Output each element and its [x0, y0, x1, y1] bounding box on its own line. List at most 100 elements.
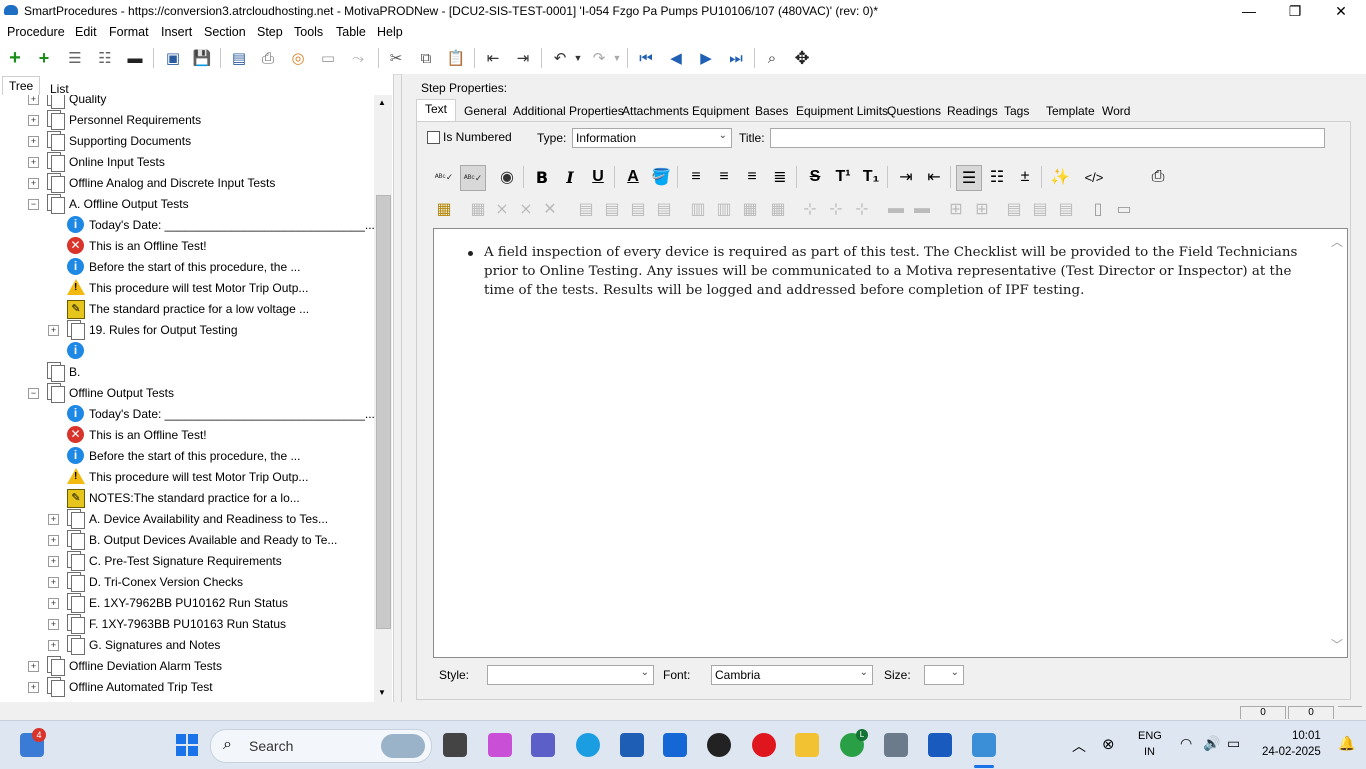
- tree-row[interactable]: + Offline Analog and Discrete Input Tests: [0, 173, 374, 193]
- tab-tree[interactable]: Tree: [2, 76, 41, 95]
- undo-dropdown-icon[interactable]: ▼: [568, 48, 588, 68]
- list-icon[interactable]: ☰: [65, 48, 85, 68]
- language-line1[interactable]: ENG: [1138, 730, 1162, 742]
- expand-icon[interactable]: +: [48, 514, 59, 525]
- numbered-list-icon[interactable]: ☷: [985, 165, 1009, 189]
- expand-icon[interactable]: +: [28, 178, 39, 189]
- is-numbered-checkbox[interactable]: [427, 131, 440, 144]
- tree-row[interactable]: i Before the start of this procedure, the…: [0, 446, 374, 466]
- paste-icon[interactable]: 📋: [446, 48, 466, 68]
- tray-chevron-up-icon[interactable]: ︿: [1072, 736, 1086, 756]
- next-icon[interactable]: ▶: [696, 48, 716, 68]
- save-icon[interactable]: 💾: [192, 48, 212, 68]
- tree-row[interactable]: + Supporting Documents: [0, 131, 374, 151]
- tree-row[interactable]: + Online Input Tests: [0, 152, 374, 172]
- store-icon[interactable]: [620, 733, 644, 757]
- tree-row[interactable]: + B. Output Devices Available and Ready t…: [0, 530, 374, 550]
- spellcheck-icon[interactable]: ᴬᴮᶜ✓: [432, 165, 456, 189]
- tab-equipment-limits[interactable]: Equipment Limits: [796, 102, 888, 120]
- decrease-indent-icon[interactable]: ⇤: [922, 165, 946, 189]
- power-automate-icon[interactable]: [663, 733, 687, 757]
- expand-icon[interactable]: +: [48, 556, 59, 567]
- dell-icon[interactable]: [707, 733, 731, 757]
- tree-row[interactable]: ✕ This is an Offline Test!: [0, 236, 374, 256]
- cut-icon[interactable]: ✂: [386, 48, 406, 68]
- tree-row[interactable]: i Today's Date: _________________________…: [0, 404, 374, 424]
- align-center-icon[interactable]: ≡: [712, 165, 736, 189]
- tree-row[interactable]: + A. Device Availability and Readiness to…: [0, 509, 374, 529]
- expand-icon[interactable]: +: [48, 535, 59, 546]
- tree-row[interactable]: + C. Pre-Test Signature Requirements: [0, 551, 374, 571]
- opera-icon[interactable]: [752, 733, 776, 757]
- move-icon[interactable]: ✥: [792, 48, 812, 68]
- fill-color-icon[interactable]: 🪣: [649, 165, 673, 189]
- horizontal-rule-icon[interactable]: ±: [1013, 165, 1037, 189]
- wifi-icon[interactable]: ◠: [1180, 735, 1192, 752]
- step-text-content[interactable]: A field inspection of every device is re…: [484, 243, 1314, 300]
- tree-row[interactable]: B.: [0, 362, 374, 382]
- step-text-editor[interactable]: A field inspection of every device is re…: [433, 228, 1348, 658]
- tree-row[interactable]: ✕ This is an Offline Test!: [0, 425, 374, 445]
- color-wheel-icon[interactable]: ◉: [495, 165, 519, 189]
- tree-row[interactable]: +19. Rules for Output Testing: [0, 320, 374, 340]
- remote-desktop-icon[interactable]: [884, 733, 908, 757]
- expand-icon[interactable]: +: [48, 598, 59, 609]
- tab-text[interactable]: Text: [416, 99, 457, 122]
- collapse-icon[interactable]: −: [28, 388, 39, 399]
- expand-icon[interactable]: +: [48, 640, 59, 651]
- last-icon[interactable]: ⏭: [726, 48, 746, 68]
- clock-date[interactable]: 24-02-2025: [1262, 746, 1321, 758]
- editor-scroll-up-icon[interactable]: ︿: [1331, 233, 1343, 250]
- tree-row[interactable]: + F. 1XY-7963BB PU10163 Run Status: [0, 614, 374, 634]
- redo-dropdown-icon[interactable]: ▼: [607, 48, 627, 68]
- undo-icon[interactable]: ↶: [550, 48, 570, 68]
- menu-edit[interactable]: Edit: [75, 25, 97, 39]
- add-substep-icon[interactable]: +: [34, 48, 54, 68]
- redo-step-icon[interactable]: ⤳: [348, 48, 368, 68]
- tree-row[interactable]: ✎ The standard practice for a low voltage…: [0, 299, 374, 319]
- tree-row[interactable]: + D. Tri-Conex Version Checks: [0, 572, 374, 592]
- tree-row[interactable]: ! This procedure will test Motor Trip Out…: [0, 278, 374, 298]
- increase-indent-icon[interactable]: ⇥: [894, 165, 918, 189]
- close-button[interactable]: ✕: [1318, 0, 1364, 22]
- tree-row[interactable]: + Quality: [0, 95, 374, 109]
- volume-icon[interactable]: 🔊: [1203, 735, 1220, 752]
- print-preview-icon[interactable]: ⎙: [1146, 165, 1170, 189]
- menu-insert[interactable]: Insert: [161, 25, 192, 39]
- italic-icon[interactable]: I: [558, 165, 582, 189]
- magic-wand-icon[interactable]: ✨: [1048, 165, 1072, 189]
- tree-row[interactable]: + E. 1XY-7962BB PU10162 Run Status: [0, 593, 374, 613]
- form-icon[interactable]: ▭: [318, 48, 338, 68]
- expand-icon[interactable]: +: [48, 325, 59, 336]
- bullet-list-icon[interactable]: ☰: [956, 165, 982, 191]
- expand-icon[interactable]: +: [28, 115, 39, 126]
- font-select[interactable]: Cambria ⌄: [711, 665, 873, 685]
- html-source-icon[interactable]: </>: [1082, 165, 1106, 189]
- copilot-icon[interactable]: [488, 733, 512, 757]
- tab-additional-properties[interactable]: Additional Properties: [513, 102, 624, 120]
- word-icon[interactable]: [928, 733, 952, 757]
- bold-icon[interactable]: B: [530, 165, 554, 189]
- remove-icon[interactable]: ▬: [125, 48, 145, 68]
- expand-icon[interactable]: +: [28, 682, 39, 693]
- scroll-down-icon[interactable]: ▼: [378, 688, 386, 697]
- task-view-icon[interactable]: [443, 733, 467, 757]
- tree-row[interactable]: ! This procedure will test Motor Trip Out…: [0, 467, 374, 487]
- add-step-icon[interactable]: +: [5, 47, 25, 69]
- smartprocedures-taskbar-icon[interactable]: [972, 733, 996, 757]
- tree-row[interactable]: + Offline Deviation Alarm Tests: [0, 656, 374, 676]
- tab-attachments[interactable]: Attachments: [622, 102, 689, 120]
- expand-icon[interactable]: +: [28, 661, 39, 672]
- menu-procedure[interactable]: Procedure: [7, 25, 65, 39]
- scroll-up-icon[interactable]: ▲: [378, 98, 386, 107]
- expand-icon[interactable]: +: [48, 619, 59, 630]
- outdent-icon[interactable]: ⇤: [483, 48, 503, 68]
- menu-table[interactable]: Table: [336, 25, 366, 39]
- previous-icon[interactable]: ◀: [666, 48, 686, 68]
- insert-table-icon[interactable]: ▦: [432, 197, 456, 221]
- tree-row[interactable]: + Offline Automated Trip Test: [0, 677, 374, 697]
- tree-row[interactable]: − A. Offline Output Tests: [0, 194, 374, 214]
- expand-icon[interactable]: +: [48, 577, 59, 588]
- refresh-icon[interactable]: ◎: [288, 48, 308, 68]
- expand-icon[interactable]: +: [28, 136, 39, 147]
